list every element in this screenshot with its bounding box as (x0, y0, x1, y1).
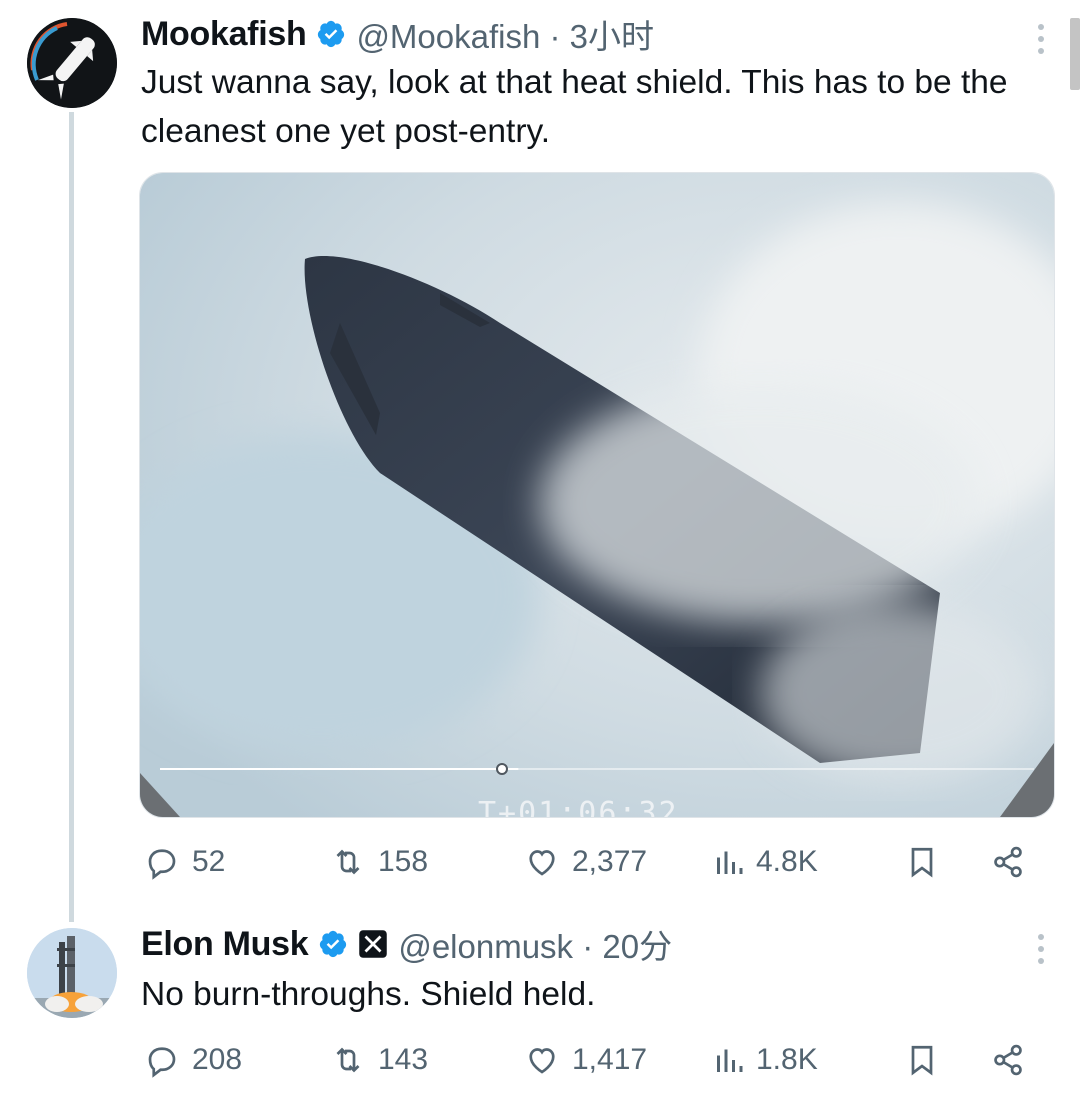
rocket-avatar-icon (27, 18, 117, 108)
like-icon (529, 850, 555, 876)
repost-button[interactable]: 158 (330, 840, 428, 884)
tweet-actions: 52 158 2,377 4.8K (144, 840, 1034, 884)
bookmark-icon (911, 847, 933, 878)
share-icon (994, 1044, 1022, 1076)
tweet-header: Elon Musk @elonmusk · 20分 (141, 924, 672, 966)
views-icon (717, 851, 743, 874)
author-name[interactable]: Mookafish (141, 15, 307, 54)
repost-count: 143 (378, 1043, 429, 1076)
reply-icon (148, 1047, 176, 1078)
starship-launch-avatar-icon (27, 928, 117, 1018)
views-button[interactable]: 4.8K (714, 840, 818, 884)
views-button[interactable]: 1.8K (714, 1038, 818, 1082)
repost-button[interactable]: 143 (330, 1038, 428, 1082)
author-name[interactable]: Elon Musk (141, 925, 309, 964)
views-icon (717, 1049, 743, 1072)
video-time-overlay: T+01:06:32 (478, 796, 679, 818)
tweet-video[interactable]: T+01:06:32 (139, 172, 1055, 818)
bookmark-icon (911, 1045, 933, 1076)
tweet-text: No burn-throughs. Shield held. (141, 976, 596, 1013)
starship-video-frame (140, 173, 1054, 817)
tweet-actions: 208 143 1,417 1.8K (144, 1038, 1034, 1082)
reply-button[interactable]: 208 (144, 1038, 242, 1082)
like-icon (529, 1048, 555, 1074)
reply-count: 52 (192, 845, 226, 878)
tweet-text: Just wanna say, look at that heat shield… (141, 64, 1008, 150)
repost-icon (336, 849, 360, 875)
bookmark-button[interactable] (904, 1038, 940, 1082)
share-button[interactable] (990, 840, 1026, 884)
more-icon[interactable] (1038, 24, 1046, 60)
handle-and-time[interactable]: @Mookafish · 3小时 (356, 10, 654, 58)
repost-icon (336, 1047, 360, 1073)
verified-badge-icon (318, 929, 348, 959)
share-icon (994, 846, 1022, 878)
avatar-mookafish[interactable] (27, 18, 117, 108)
thread-connector (69, 112, 74, 922)
like-count: 1,417 (572, 1043, 648, 1076)
reply-icon (148, 849, 176, 880)
like-count: 2,377 (572, 845, 648, 878)
like-button[interactable]: 1,417 (524, 1038, 647, 1082)
bookmark-button[interactable] (904, 840, 940, 884)
like-button[interactable]: 2,377 (524, 840, 647, 884)
x-logo-icon (358, 929, 388, 959)
more-icon[interactable] (1038, 934, 1046, 970)
reply-count: 208 (192, 1043, 243, 1076)
views-count: 4.8K (756, 845, 818, 878)
verified-badge-icon (316, 19, 346, 49)
repost-count: 158 (378, 845, 429, 878)
views-count: 1.8K (756, 1043, 818, 1076)
avatar-elonmusk[interactable] (27, 928, 117, 1018)
reply-button[interactable]: 52 (144, 840, 225, 884)
scrollbar[interactable] (1070, 18, 1080, 90)
tweet-header: Mookafish @Mookafish · 3小时 (141, 14, 654, 56)
handle-and-time[interactable]: @elonmusk · 20分 (398, 920, 672, 968)
share-button[interactable] (990, 1038, 1026, 1082)
